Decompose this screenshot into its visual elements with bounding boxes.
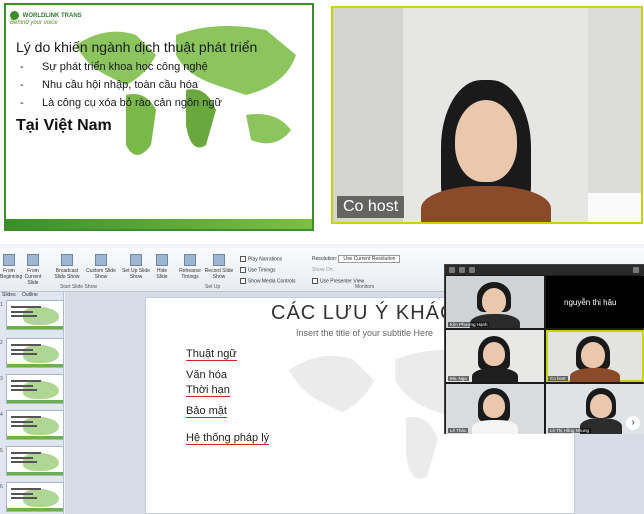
thumbnail-number: 1	[0, 302, 3, 308]
main-slide-title: CÁC LƯU Ý KHÁC	[271, 302, 456, 324]
slide-thumbnail[interactable]	[6, 410, 64, 440]
slide-thumbnail[interactable]	[6, 446, 64, 476]
list-item: Bảo mật	[186, 405, 227, 418]
custom-show-button[interactable]: Custom Slide Show	[86, 254, 116, 280]
tab-slides[interactable]: Slides	[2, 292, 16, 298]
broadcast-button[interactable]: Broadcast Slide Show	[52, 254, 82, 280]
slide-thumbnail-pane: Slides Outline 1 2 3 4 5 6	[0, 292, 64, 514]
bullet-item: - Nhu cầu hội nhập, toàn cầu hóa	[20, 79, 198, 91]
setup-icon	[130, 254, 142, 266]
timer-icon	[184, 254, 196, 266]
close-icon[interactable]	[633, 267, 639, 273]
brand-logo: WORLDLINK TRANS Behind your voice	[10, 11, 82, 26]
participant-tile[interactable]: Kim Phượng Hạnh	[446, 276, 544, 328]
gallery-toolbar	[445, 265, 644, 275]
participant-tile-active[interactable]: Co host	[546, 330, 644, 382]
hide-slide-icon	[156, 254, 168, 266]
custom-show-icon	[95, 254, 107, 266]
slideshow-icon	[27, 254, 39, 266]
record-show-button[interactable]: Record Slide Show	[204, 254, 234, 280]
rehearse-timings-button[interactable]: Rehearse Timings	[176, 254, 204, 280]
show-on-select[interactable]: Show On:	[312, 267, 334, 273]
from-current-slide-button[interactable]: From Current Slide	[22, 254, 44, 286]
slide-heading: Tại Việt Nam	[16, 117, 112, 134]
setup-show-button[interactable]: Set Up Slide Show	[122, 254, 150, 280]
slide-thumbnail[interactable]	[6, 338, 64, 368]
next-page-arrow-icon[interactable]: ›	[626, 416, 640, 430]
hide-slide-button[interactable]: Hide Slide	[152, 254, 172, 280]
participant-tile[interactable]: Ms. Nga	[446, 330, 544, 382]
bullet-item: - Là công cụ xóa bỏ rào cản ngôn ngữ	[20, 97, 222, 109]
group-monitors: Monitors	[355, 284, 375, 290]
thumbnail-number: 3	[0, 376, 3, 382]
record-icon	[213, 254, 225, 266]
participant-tile[interactable]: Lê Thảo	[446, 384, 544, 434]
participant-tile[interactable]: Lê Thị Hồng Nhung ›	[546, 384, 644, 434]
thumbnail-number: 4	[0, 412, 3, 418]
minimize-icon[interactable]	[449, 267, 455, 273]
person-face	[455, 100, 517, 182]
list-item: Hệ thống pháp lý	[186, 432, 270, 445]
slide-thumbnail[interactable]	[6, 482, 64, 512]
host-video-feed[interactable]: Co host	[331, 6, 643, 224]
slide-thumbnail[interactable]	[6, 300, 64, 330]
person-body	[421, 186, 551, 222]
thumbnail-number: 5	[0, 448, 3, 454]
list-item: Thời hạn	[186, 384, 230, 397]
logo-tagline: Behind your voice	[10, 20, 58, 26]
list-item: Thuật ngữ	[186, 348, 237, 361]
group-set-up: Set Up	[205, 284, 221, 290]
list-item: Văn hóa	[186, 369, 227, 381]
participant-name-large: nguyễn thị hậu	[564, 298, 617, 307]
show-media-controls-check[interactable]: Show Media Controls	[240, 278, 296, 284]
participant-name: Ms. Nga	[448, 376, 469, 381]
participant-name: Lê Thảo	[448, 428, 469, 433]
group-start-slide-show: Start Slide Show	[60, 284, 97, 290]
tab-outline[interactable]: Outline	[22, 292, 38, 298]
participant-name: Kim Phượng Hạnh	[448, 322, 490, 327]
play-narrations-check[interactable]: Play Narrations	[240, 256, 282, 262]
use-timings-check[interactable]: Use Timings	[240, 267, 276, 273]
from-beginning-button[interactable]: From Beginning	[0, 254, 22, 280]
slide-thumbnail[interactable]	[6, 374, 64, 404]
slide-title: Lý do khiến ngành dịch thuật phát triển	[16, 39, 258, 55]
main-slide-subtitle: Insert the title of your subtitle Here	[296, 328, 434, 338]
grid-icon[interactable]	[459, 267, 465, 273]
participant-gallery[interactable]: Kim Phượng Hạnh nguyễn thị hậu Ms. Nga C…	[444, 264, 644, 434]
slide-footer-bar	[6, 219, 312, 229]
logo-text: WORLDLINK TRANS	[22, 13, 82, 20]
thumbnail-number: 2	[0, 340, 3, 346]
video-name-label: Co host	[337, 196, 405, 218]
shared-slide-top: WORLDLINK TRANS Behind your voice Lý do …	[4, 3, 314, 231]
bullet-item: - Sự phát triển khoa học công nghệ	[20, 61, 208, 73]
list-icon[interactable]	[469, 267, 475, 273]
participant-name: Co host	[548, 376, 568, 381]
resolution-select[interactable]: Resolution: Use Current Resolution	[312, 255, 401, 263]
participant-name: Lê Thị Hồng Nhung	[548, 428, 591, 433]
thumbnail-number: 6	[0, 484, 3, 490]
participant-tile[interactable]: nguyễn thị hậu	[546, 276, 644, 328]
broadcast-icon	[61, 254, 73, 266]
slideshow-icon	[3, 254, 15, 266]
logo-icon	[10, 11, 19, 20]
